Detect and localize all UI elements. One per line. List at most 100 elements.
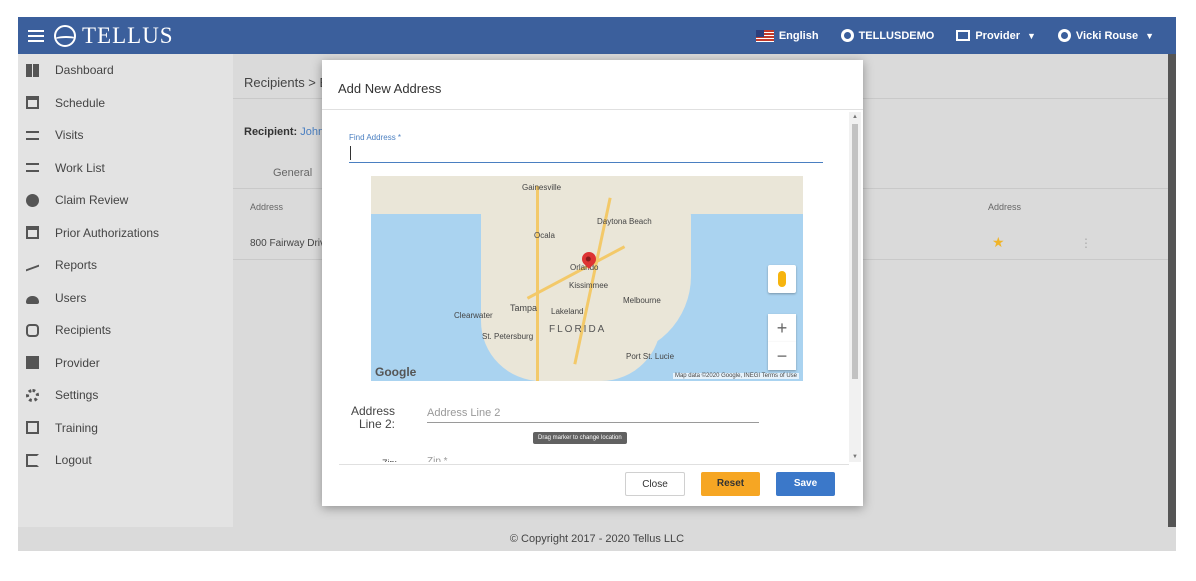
modal-title: Add New Address — [338, 81, 442, 96]
footer: © Copyright 2017 - 2020 Tellus LLC — [18, 527, 1176, 551]
map-label-port-st-lucie: Port St. Lucie — [626, 352, 675, 361]
add-address-modal: Add New Address ▲ ▼ Find Address * Gaine… — [322, 60, 863, 506]
sidebar-item-label: Provider — [55, 355, 100, 370]
calendar-icon — [26, 226, 39, 240]
gear-icon — [26, 388, 39, 402]
breadcrumb: Recipients > E — [244, 75, 329, 90]
more-options-icon[interactable]: ⋮ — [1080, 236, 1092, 250]
sidebar-item-visits[interactable]: Visits — [18, 119, 233, 152]
google-logo: Google — [375, 365, 417, 379]
chart-icon — [26, 258, 39, 272]
sidebar-item-label: Settings — [55, 388, 99, 403]
find-address-input[interactable] — [349, 145, 823, 163]
sidebar-item-label: Logout — [55, 453, 92, 468]
column-header-address-primary: Address — [988, 202, 1022, 212]
find-address-label: Find Address * — [349, 133, 402, 142]
logo-text: TELLUS — [82, 22, 174, 48]
user-menu[interactable]: Vicki Rouse ▼ — [1057, 29, 1154, 42]
sidebar-item-label: Users — [55, 290, 87, 305]
modal-scrollbar[interactable]: ▲ ▼ — [849, 112, 861, 462]
app-logo[interactable]: TELLUS — [54, 23, 174, 49]
sidebar-item-label: Work List — [55, 160, 105, 175]
street-view-pegman-icon[interactable] — [768, 265, 796, 293]
tellus-logo-icon — [54, 24, 76, 47]
sidebar-item-label: Training — [55, 420, 98, 435]
alert-icon — [26, 193, 39, 207]
sidebar-item-logout[interactable]: Logout — [18, 444, 233, 477]
list-icon — [26, 163, 39, 173]
filter-icon — [26, 130, 39, 140]
tab-general[interactable]: General — [273, 167, 312, 179]
map-label-gainesville: Gainesville — [522, 183, 562, 192]
recipient-name-link[interactable]: John — [300, 126, 324, 138]
role-selector[interactable]: Provider ▼ — [956, 30, 1036, 42]
agency-label: TELLUSDEMO — [858, 29, 935, 42]
sidebar-item-reports[interactable]: Reports — [18, 249, 233, 282]
sidebar-item-work-list[interactable]: Work List — [18, 152, 233, 185]
map-label-florida: FLORIDA — [549, 324, 607, 335]
sidebar-item-recipients[interactable]: Recipients — [18, 314, 233, 347]
chevron-down-icon: ▼ — [1145, 30, 1154, 41]
agency-selector[interactable]: TELLUSDEMO — [840, 29, 935, 42]
sidebar-item-schedule[interactable]: Schedule — [18, 87, 233, 120]
recipient-label: Recipient: — [244, 126, 298, 138]
sidebar-item-label: Visits — [55, 128, 84, 143]
zoom-in-button[interactable]: + — [768, 314, 796, 342]
language-label: English — [778, 29, 819, 42]
close-button[interactable]: Close — [625, 472, 685, 496]
map-label-melbourne: Melbourne — [623, 296, 661, 305]
provider-icon — [956, 30, 971, 41]
users-icon — [26, 295, 39, 304]
sidebar-item-users[interactable]: Users — [18, 282, 233, 315]
map-label-tampa: Tampa — [510, 303, 538, 313]
map-label-st-petersburg: St. Petersburg — [482, 332, 534, 341]
us-flag-icon — [755, 29, 774, 42]
scrollbar-thumb[interactable] — [852, 124, 858, 379]
zoom-out-button[interactable]: − — [768, 342, 796, 370]
hamburger-menu-icon[interactable] — [28, 29, 44, 42]
save-button[interactable]: Save — [776, 472, 835, 496]
sidebar-item-dashboard[interactable]: Dashboard — [18, 54, 233, 87]
recipient-header: Recipient: John — [244, 126, 324, 138]
sidebar-item-training[interactable]: Training — [18, 412, 233, 445]
language-selector[interactable]: English — [755, 29, 819, 42]
sidebar-item-label: Claim Review — [55, 193, 129, 208]
map-road — [536, 186, 539, 381]
sidebar-item-label: Reports — [55, 258, 98, 273]
map-label-lakeland: Lakeland — [551, 307, 584, 316]
sidebar-item-label: Dashboard — [55, 63, 114, 78]
chevron-down-icon: ▼ — [1026, 30, 1036, 41]
page-scrollbar[interactable] — [1168, 54, 1176, 527]
modal-body-edge — [322, 462, 849, 468]
map-label-daytona: Daytona Beach — [597, 217, 652, 226]
map-label-kissimmee: Kissimmee — [569, 281, 609, 290]
recipients-icon — [26, 323, 39, 337]
column-header-address: Address — [250, 202, 284, 212]
sidebar: Dashboard Schedule Visits Work List Clai… — [18, 54, 233, 527]
scroll-down-icon[interactable]: ▼ — [852, 454, 858, 460]
sidebar-item-prior-authorizations[interactable]: Prior Authorizations — [18, 217, 233, 250]
address-line2-input[interactable] — [427, 403, 759, 423]
dashboard-icon — [26, 63, 39, 77]
user-name: Vicki Rouse — [1075, 29, 1139, 42]
reset-button[interactable]: Reset — [701, 472, 760, 496]
map-attribution[interactable]: Map data ©2020 Google, INEGI Terms of Us… — [672, 373, 799, 379]
sidebar-item-claim-review[interactable]: Claim Review — [18, 184, 233, 217]
sidebar-item-label: Schedule — [55, 95, 106, 110]
text-cursor — [350, 146, 351, 160]
calendar-icon — [26, 96, 39, 110]
agency-icon — [840, 29, 854, 42]
sidebar-item-label: Recipients — [55, 323, 112, 338]
sidebar-item-label: Prior Authorizations — [55, 225, 160, 240]
sidebar-item-provider[interactable]: Provider — [18, 347, 233, 380]
divider — [339, 464, 849, 465]
address-line2-label: Address Line 2: — [350, 404, 395, 431]
top-bar: TELLUS English TELLUSDEMO Provider ▼ Vic… — [18, 17, 1176, 54]
map-label-clearwater: Clearwater — [454, 311, 493, 320]
map[interactable]: Gainesville Daytona Beach Ocala Orlando … — [371, 176, 803, 381]
training-icon — [26, 421, 39, 435]
sidebar-item-settings[interactable]: Settings — [18, 379, 233, 412]
table-cell-address: 800 Fairway Drive — [250, 238, 331, 249]
scroll-up-icon[interactable]: ▲ — [852, 114, 858, 120]
primary-star-icon[interactable]: ★ — [992, 234, 1005, 251]
